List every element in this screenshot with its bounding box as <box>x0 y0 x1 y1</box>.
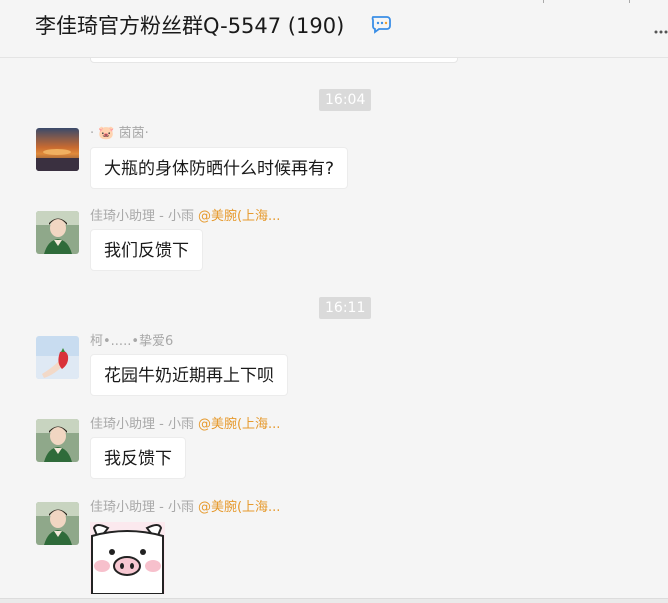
message-bubble[interactable]: 大瓶的身体防晒什么时候再有? <box>90 147 349 189</box>
mention-tag[interactable]: @美腕(上海... <box>198 500 280 515</box>
chat-title[interactable]: 李佳琦官方粉丝群Q-5547 (190) <box>35 10 344 40</box>
mention-tag[interactable]: @美腕(上海... <box>198 209 280 224</box>
mention-tag[interactable]: @美腕(上海... <box>198 417 280 432</box>
group-chat-icon[interactable] <box>370 14 394 34</box>
strawberry-avatar[interactable] <box>36 336 79 379</box>
window-control-mark <box>629 0 630 3</box>
message-bubble[interactable]: 我们反馈下 <box>90 229 203 271</box>
assistant-avatar[interactable] <box>36 211 79 254</box>
pig-sticker[interactable] <box>90 522 165 594</box>
timestamp: 16:11 <box>319 297 372 319</box>
chat-header: 李佳琦官方粉丝群Q-5547 (190) <box>0 0 668 58</box>
more-options-icon[interactable] <box>654 29 668 35</box>
sender-name: 佳琦小助理 - 小雨 @美腕(上海... <box>90 500 281 515</box>
assistant-avatar[interactable] <box>36 419 79 462</box>
message-bubble[interactable]: 我反馈下 <box>90 437 186 479</box>
previous-message-bubble <box>90 58 458 63</box>
message-bubble[interactable]: 花园牛奶近期再上下呗 <box>90 354 288 396</box>
sender-name: 佳琦小助理 - 小雨 @美腕(上海... <box>90 417 281 432</box>
sender-name: · 🐷 茵茵· <box>90 126 149 141</box>
sunset-avatar[interactable] <box>36 128 79 171</box>
window-control-mark <box>543 0 544 3</box>
timestamp: 16:04 <box>319 89 372 111</box>
assistant-avatar[interactable] <box>36 502 79 545</box>
sender-name: 柯•.....•挚爱6 <box>90 334 174 349</box>
message-list[interactable]: 16:04 · 🐷 茵茵· 大瓶的身体防晒什么时候再有? 佳琦小助理 - 小雨 … <box>0 58 668 598</box>
input-area-divider <box>0 598 668 603</box>
sender-name: 佳琦小助理 - 小雨 @美腕(上海... <box>90 209 281 224</box>
